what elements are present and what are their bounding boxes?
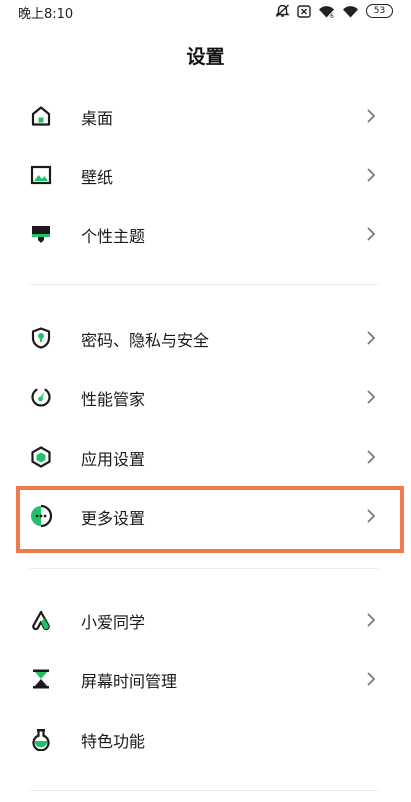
settings-item-app-settings[interactable]: 应用设置 <box>0 428 411 486</box>
close-box-icon <box>297 4 311 18</box>
chevron-right-icon <box>366 226 376 242</box>
settings-item-theme[interactable]: 个性主题 <box>0 205 411 263</box>
svg-text:6: 6 <box>330 13 334 18</box>
status-icons: 6 53 <box>275 4 393 18</box>
chevron-right-icon <box>366 671 376 687</box>
status-time: 晚上8:10 <box>18 7 74 22</box>
settings-item-label: 应用设置 <box>81 450 146 469</box>
flask-icon <box>29 727 53 751</box>
chevron-right-icon <box>366 330 376 346</box>
settings-item-label: 密码、隐私与安全 <box>81 331 210 350</box>
shield-lock-icon <box>29 326 53 350</box>
settings-item-privacy-security[interactable]: 密码、隐私与安全 <box>0 309 411 367</box>
page-title: 设置 <box>186 46 225 68</box>
xiaoai-icon <box>29 608 53 632</box>
highlight-box <box>16 486 404 553</box>
settings-item-label: 屏幕时间管理 <box>81 672 178 691</box>
settings-item-features[interactable]: 特色功能 <box>0 710 411 768</box>
home-icon <box>29 104 53 128</box>
settings-item-label: 个性主题 <box>81 227 146 246</box>
settings-item-wallpaper[interactable]: 壁纸 <box>0 146 411 204</box>
hourglass-icon <box>29 667 53 691</box>
section-divider <box>30 568 378 569</box>
bell-off-icon <box>275 4 290 18</box>
chevron-right-icon <box>366 108 376 124</box>
settings-item-label: 性能管家 <box>81 390 146 409</box>
theme-icon <box>29 222 53 246</box>
wallpaper-icon <box>29 163 53 187</box>
settings-item-label: 特色功能 <box>81 732 146 751</box>
settings-item-label: 桌面 <box>81 109 114 128</box>
wifi-6-icon: 6 <box>318 5 335 18</box>
chevron-right-icon <box>366 612 376 628</box>
section-divider <box>30 790 378 791</box>
battery-icon: 53 <box>366 4 393 18</box>
settings-item-performance[interactable]: 性能管家 <box>0 368 411 426</box>
chevron-right-icon <box>366 167 376 183</box>
app-settings-icon <box>29 445 53 469</box>
settings-item-label: 小爱同学 <box>81 613 146 632</box>
chevron-right-icon <box>366 389 376 405</box>
settings-item-xiaoai[interactable]: 小爱同学 <box>0 591 411 649</box>
wifi-icon <box>342 5 359 18</box>
settings-item-screen-time[interactable]: 屏幕时间管理 <box>0 650 411 708</box>
performance-icon <box>29 385 53 409</box>
chevron-right-icon <box>366 449 376 465</box>
settings-item-label: 壁纸 <box>81 168 114 187</box>
section-divider <box>30 284 378 285</box>
status-bar: 晚上8:10 6 53 <box>0 0 411 26</box>
settings-item-desktop[interactable]: 桌面 <box>0 87 411 145</box>
